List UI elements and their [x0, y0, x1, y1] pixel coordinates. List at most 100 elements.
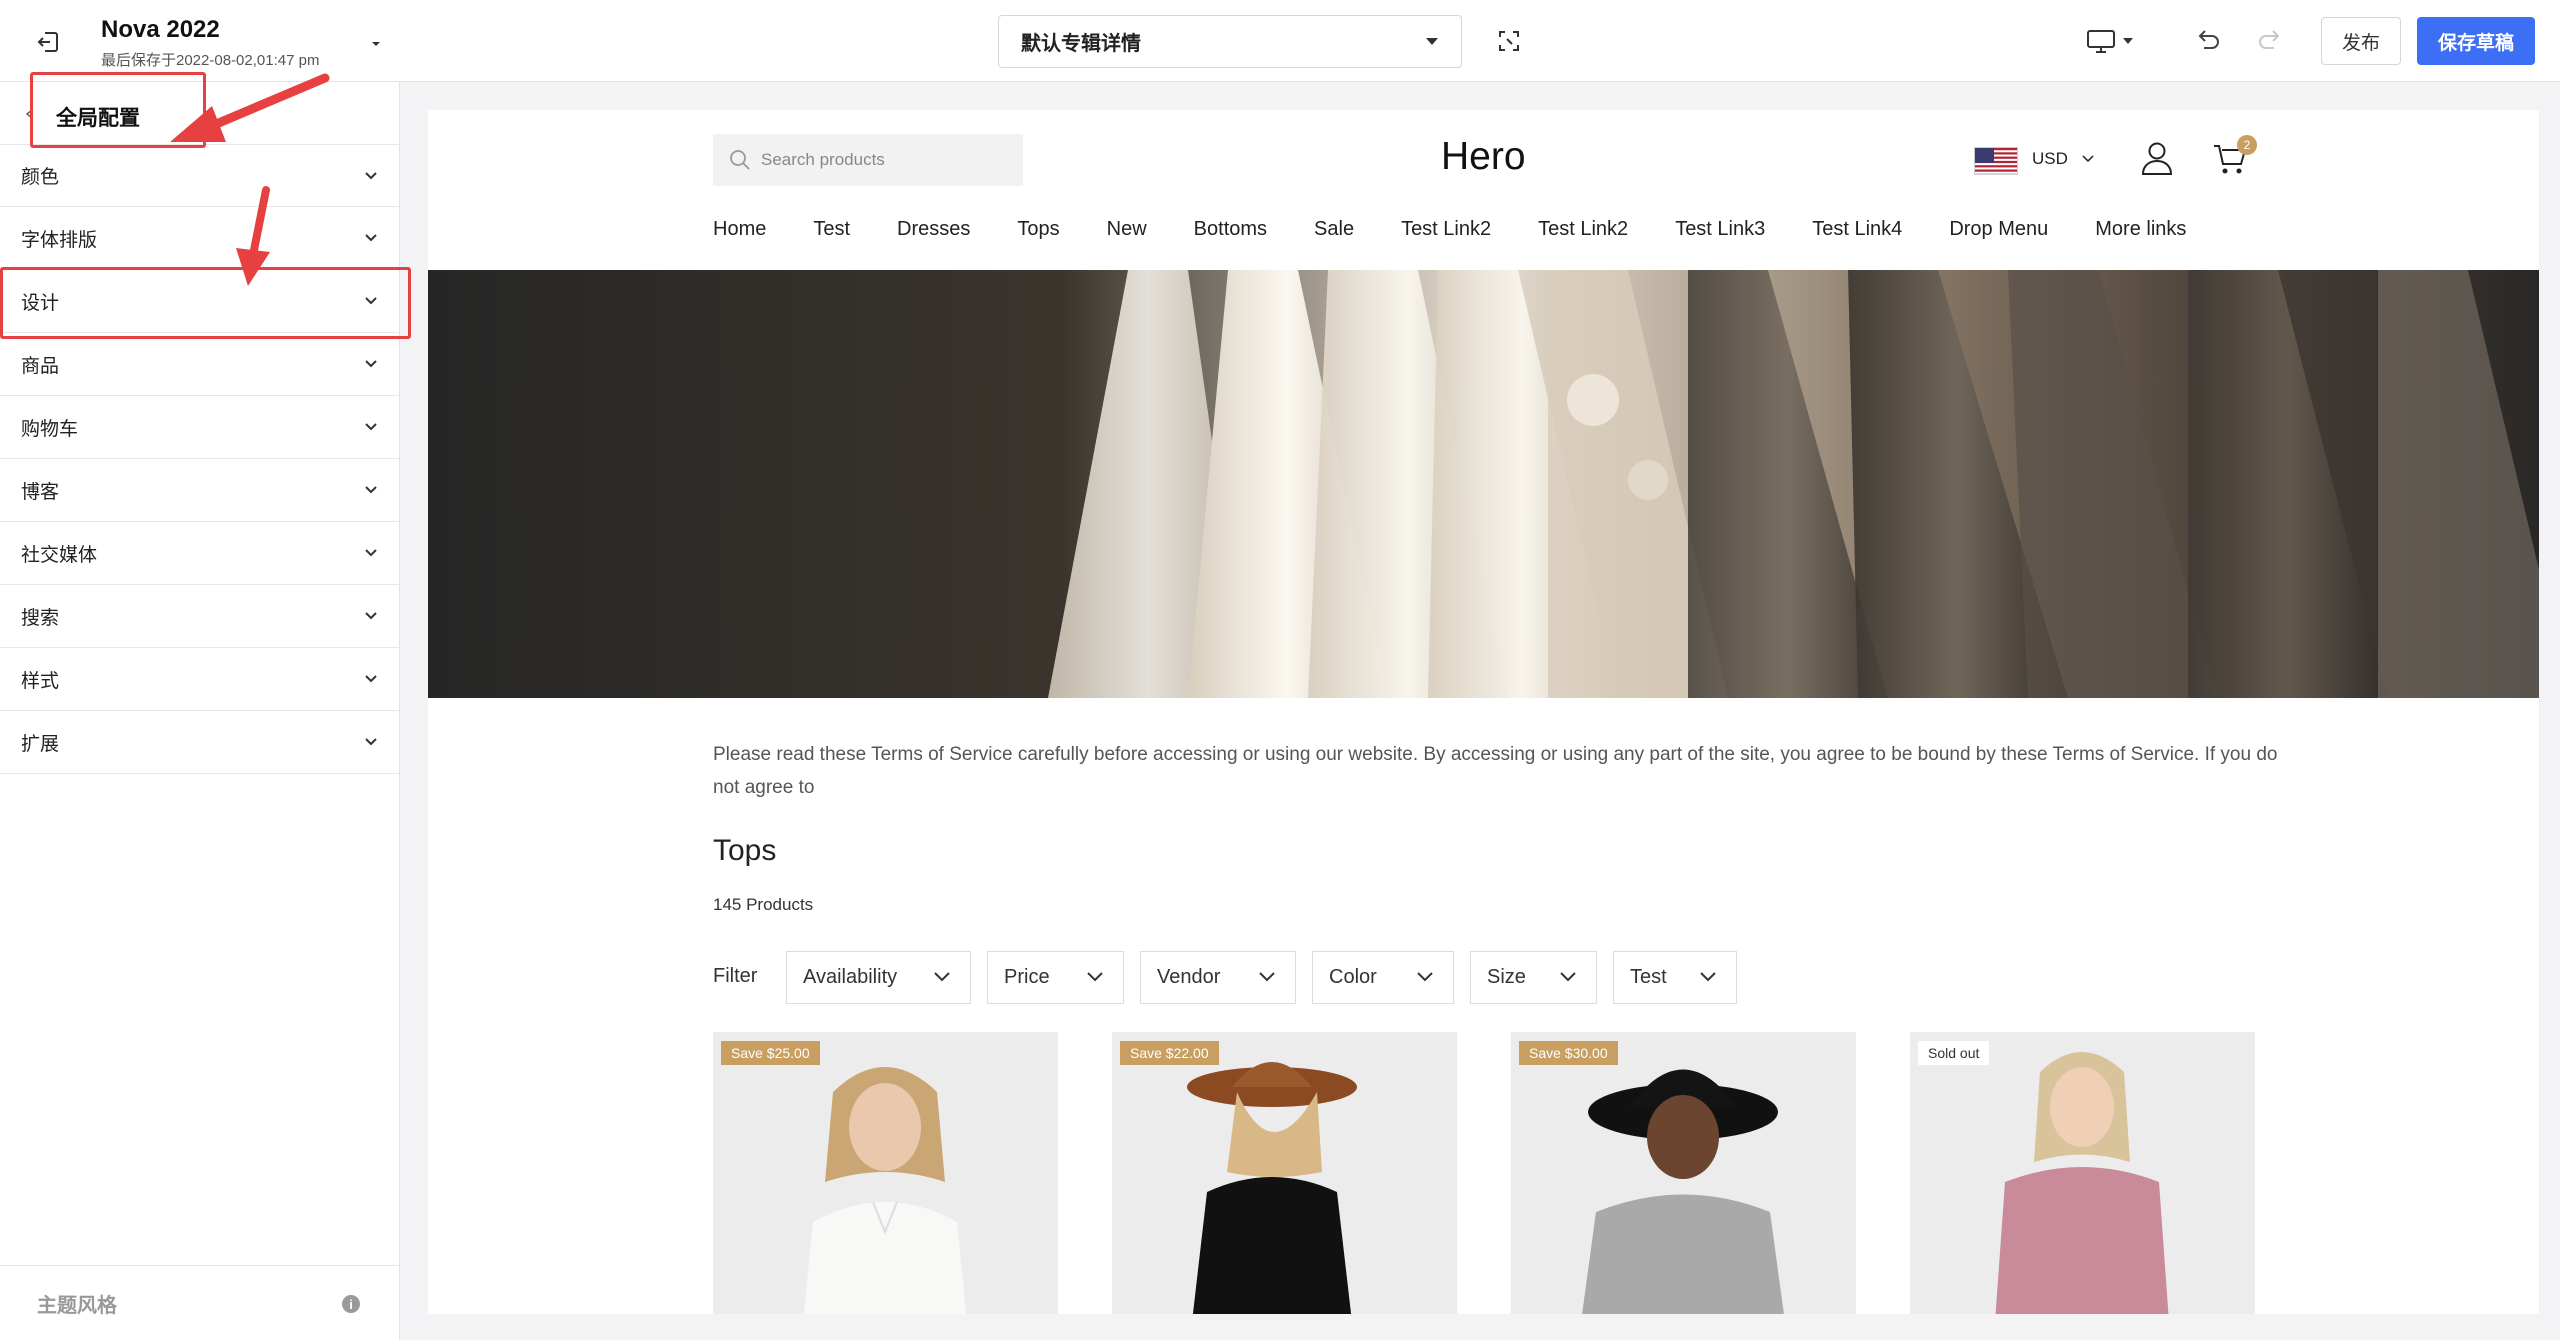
filter-label-text: Price [1004, 966, 1050, 988]
nav-link[interactable]: Test Link3 [1675, 218, 1765, 241]
filter-vendor[interactable]: Vendor [1140, 951, 1296, 1004]
us-flag-icon[interactable] [1974, 147, 2018, 175]
nav-link[interactable]: More links [2095, 218, 2186, 241]
chevron-down-icon [1700, 972, 1716, 982]
chevron-down-icon [1560, 972, 1576, 982]
nav-link[interactable]: Test Link2 [1401, 218, 1491, 241]
chevron-down-icon [2082, 155, 2094, 163]
annotation-box-design [0, 267, 411, 339]
nav-link[interactable]: Dresses [897, 218, 970, 241]
editor-topbar: Nova 2022 最后保存于2022-08-02,01:47 pm 默认专辑详… [0, 0, 2560, 82]
section-typography[interactable]: 字体排版 [0, 207, 400, 270]
product-card[interactable]: Save $25.00 [713, 1032, 1058, 1314]
account-icon[interactable] [2140, 140, 2174, 176]
section-social-media[interactable]: 社交媒体 [0, 522, 400, 585]
store-preview-canvas: Search products Hero USD 2 Home Test Dre… [428, 110, 2539, 1314]
chevron-down-icon [365, 549, 377, 557]
search-icon [730, 150, 750, 170]
exit-editor-button[interactable] [28, 22, 68, 62]
nav-link[interactable]: Test Link2 [1538, 218, 1628, 241]
chevron-down-icon [1087, 972, 1103, 982]
section-colors[interactable]: 颜色 [0, 144, 400, 207]
section-label: 扩展 [21, 733, 60, 755]
sale-badge: Save $30.00 [1519, 1041, 1618, 1065]
sale-badge: Save $22.00 [1120, 1041, 1219, 1065]
nav-link[interactable]: Test [813, 218, 850, 241]
store-logo-title[interactable]: Hero [1441, 135, 1526, 179]
section-blog[interactable]: 博客 [0, 459, 400, 522]
store-name: Nova 2022 [101, 16, 220, 43]
annotation-arrow-icon [170, 73, 330, 142]
product-image [713, 1032, 1058, 1314]
hero-banner-image [428, 270, 2539, 698]
section-styles[interactable]: 样式 [0, 648, 400, 711]
product-card[interactable]: Sold out [1910, 1032, 2255, 1314]
filter-size[interactable]: Size [1470, 951, 1597, 1004]
filter-label-text: Vendor [1157, 966, 1221, 988]
template-select[interactable]: 默认专辑详情 [998, 15, 1462, 68]
cart-count-badge: 2 [2237, 135, 2257, 155]
product-card[interactable]: Save $30.00 [1511, 1032, 1856, 1314]
chevron-down-icon [365, 486, 377, 494]
section-label: 字体排版 [21, 229, 98, 251]
nav-link[interactable]: Home [713, 218, 766, 241]
store-switch-caret-icon[interactable] [370, 38, 382, 50]
nav-link[interactable]: Bottoms [1194, 218, 1267, 241]
chevron-down-icon [365, 234, 377, 242]
settings-section-list: 颜色 字体排版 设计 商品 购物车 博客 社交媒体 搜索 样式 扩展 [0, 144, 400, 774]
sale-badge: Save $25.00 [721, 1041, 820, 1065]
redo-icon[interactable] [2256, 26, 2286, 56]
currency-selector[interactable]: USD [2032, 149, 2068, 169]
nav-link[interactable]: Test Link4 [1812, 218, 1902, 241]
collection-title: Tops [713, 834, 777, 867]
device-preview-button[interactable] [2086, 24, 2138, 58]
save-draft-button[interactable]: 保存草稿 [2417, 17, 2535, 65]
theme-style-label: 主题风格 [37, 1294, 117, 1317]
chevron-down-icon [1259, 972, 1275, 982]
chevron-down-icon [365, 738, 377, 746]
chevron-down-icon [365, 612, 377, 620]
chevron-down-icon [365, 675, 377, 683]
filter-test[interactable]: Test [1613, 951, 1737, 1004]
nav-link[interactable]: Tops [1017, 218, 1059, 241]
publish-button[interactable]: 发布 [2321, 17, 2401, 65]
section-cart[interactable]: 购物车 [0, 396, 400, 459]
chevron-down-icon [365, 360, 377, 368]
section-label: 样式 [21, 670, 60, 692]
section-label: 搜索 [21, 607, 60, 629]
chevron-down-icon [1417, 972, 1433, 982]
product-image [1910, 1032, 2255, 1314]
annotation-arrow-icon [236, 186, 270, 286]
chevron-down-icon [934, 972, 950, 982]
section-label: 商品 [21, 355, 60, 377]
nav-link[interactable]: Sale [1314, 218, 1354, 241]
search-placeholder: Search products [761, 150, 885, 169]
product-card[interactable]: Save $22.00 [1112, 1032, 1457, 1314]
product-image [1511, 1032, 1856, 1314]
section-products[interactable]: 商品 [0, 333, 400, 396]
section-search[interactable]: 搜索 [0, 585, 400, 648]
chevron-down-icon [2123, 38, 2133, 44]
section-extensions[interactable]: 扩展 [0, 711, 400, 774]
chevron-down-icon [365, 172, 377, 180]
nav-link[interactable]: New [1107, 218, 1147, 241]
filter-label-text: Test [1630, 966, 1667, 988]
section-label: 购物车 [21, 418, 79, 440]
filter-price[interactable]: Price [987, 951, 1124, 1004]
section-label: 社交媒体 [21, 544, 98, 566]
chevron-down-icon [1426, 38, 1438, 45]
filter-label-text: Availability [803, 966, 898, 988]
store-search-input[interactable]: Search products [713, 134, 1023, 186]
nav-link[interactable]: Drop Menu [1949, 218, 2048, 241]
filter-availability[interactable]: Availability [786, 951, 971, 1004]
filter-label-text: Color [1329, 966, 1377, 988]
fullscreen-icon[interactable] [1494, 26, 1524, 56]
theme-style-footer[interactable]: 主题风格 i [0, 1265, 400, 1340]
exit-icon [37, 32, 58, 52]
product-image [1112, 1032, 1457, 1314]
undo-icon[interactable] [2192, 26, 2222, 56]
filter-color[interactable]: Color [1312, 951, 1454, 1004]
filter-label-text: Size [1487, 966, 1526, 988]
info-icon[interactable]: i [342, 1295, 360, 1313]
section-label: 颜色 [21, 167, 60, 188]
